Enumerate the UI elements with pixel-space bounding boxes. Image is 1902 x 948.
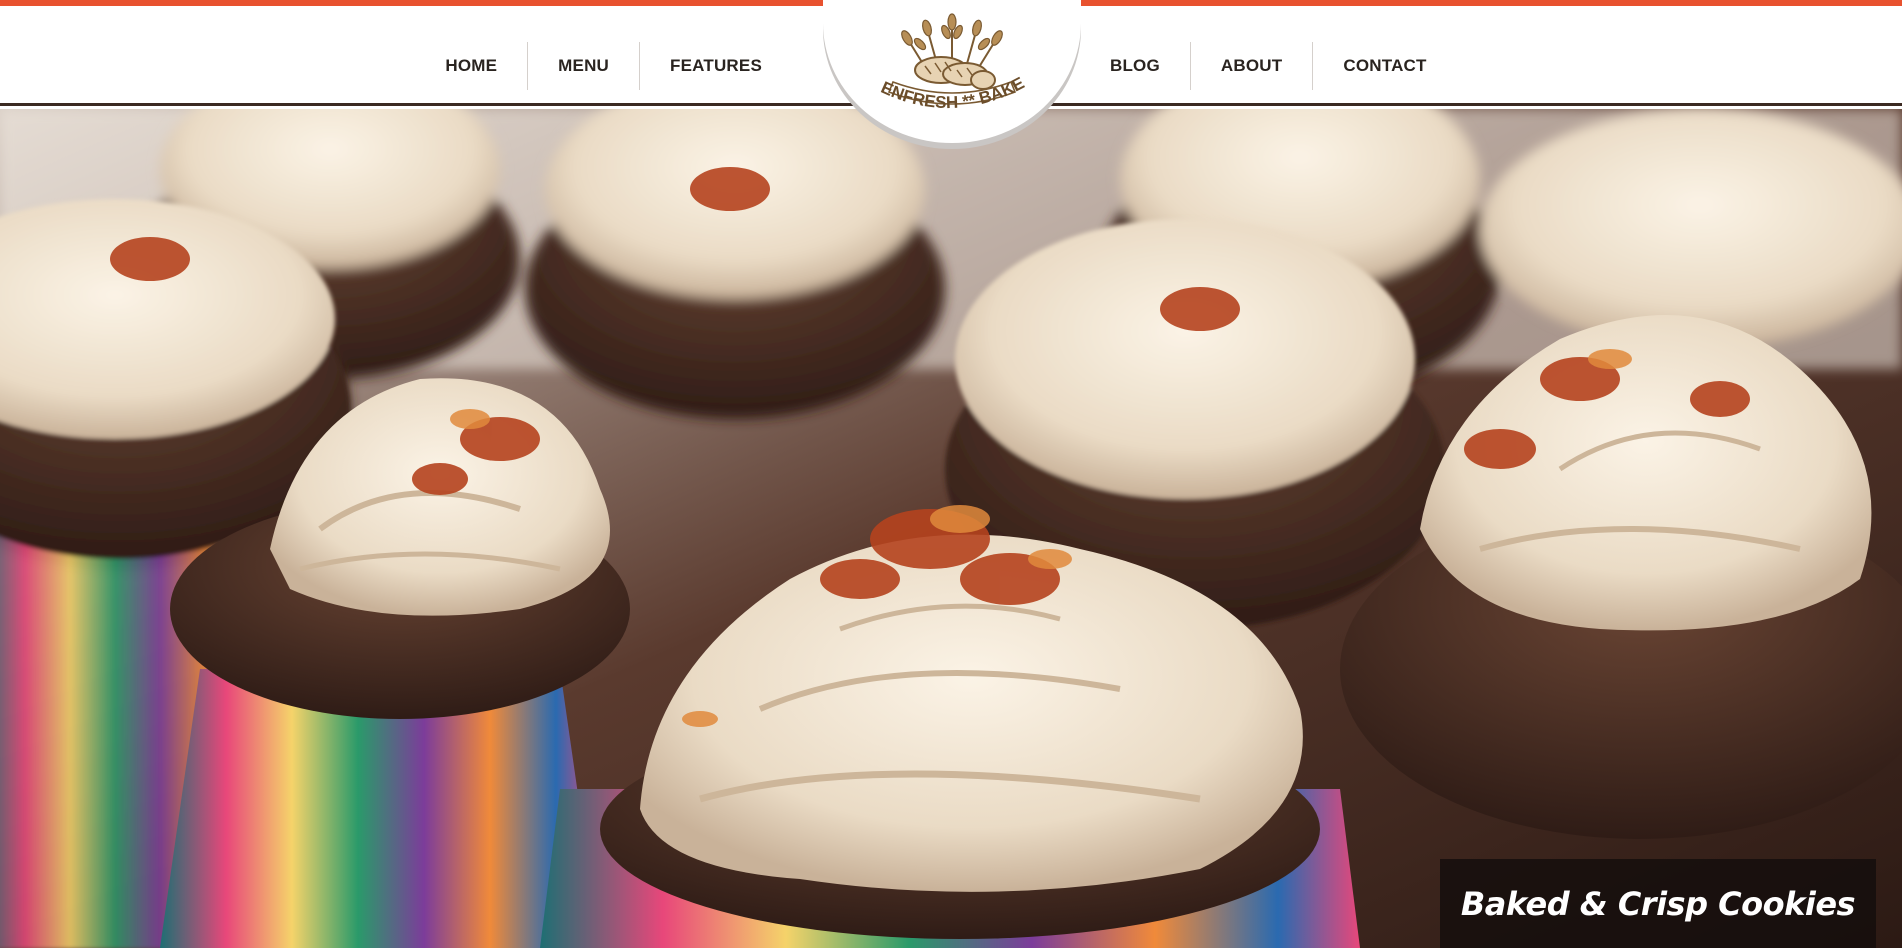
nav-about-link[interactable]: ABOUT [1189,42,1312,90]
nav-features-link[interactable]: FEATURES [639,42,792,90]
hero-banner [0,109,1902,948]
nav-contact-link[interactable]: CONTACT [1312,42,1456,90]
logo-text: OVENFRESH ** BAKERY [823,0,1027,112]
nav-blog-link[interactable]: BLOG [1080,42,1190,90]
hero-caption: Baked & Crisp Cookies [1460,884,1856,923]
wheat-bread-icon: OVENFRESH ** BAKERY [823,0,1027,112]
main-nav-right: BLOG ABOUT CONTACT [1080,42,1457,90]
nav-menu-link[interactable]: MENU [527,42,639,90]
site-logo[interactable]: OVENFRESH ** BAKERY [823,0,1081,143]
nav-home-link[interactable]: HOME [415,42,527,90]
main-nav-left: HOME MENU FEATURES [415,42,792,90]
frosted-cupcakes-photo [0,109,1902,948]
hero-caption-box: Baked & Crisp Cookies [1440,859,1876,948]
